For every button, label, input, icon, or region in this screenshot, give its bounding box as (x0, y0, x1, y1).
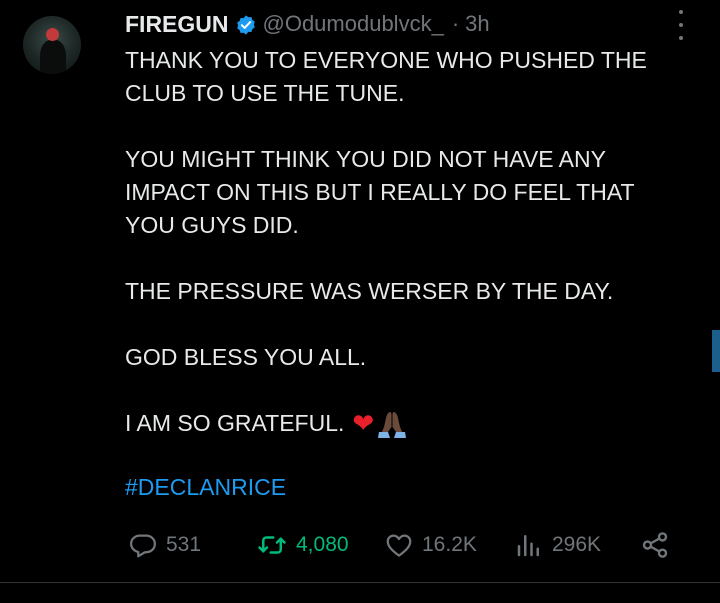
closing-text: I AM SO GRATEFUL. (125, 410, 345, 436)
more-options-icon[interactable] (672, 10, 690, 40)
avatar-figure-head (46, 28, 59, 41)
share-button[interactable] (640, 525, 670, 565)
verified-badge-icon (235, 13, 257, 35)
tweet[interactable]: FIREGUN @Odumodublvck_ · 3h THANK YOU TO… (0, 0, 720, 603)
retweet-icon (258, 536, 286, 554)
retweet-button[interactable]: 4,080 (256, 525, 349, 565)
reply-count: 531 (166, 533, 202, 556)
author-handle[interactable]: @Odumodublvck_ (263, 8, 444, 40)
red-heart-emoji: ❤ (352, 408, 375, 438)
like-button[interactable]: 16.2K (384, 525, 477, 565)
tweet-paragraph: THE PRESSURE WAS WERSER BY THE DAY. (125, 278, 614, 304)
more-dot (679, 10, 683, 14)
header-separator: · (451, 11, 460, 36)
avatar[interactable] (23, 16, 81, 74)
tweet-timestamp[interactable]: 3h (465, 8, 489, 40)
like-count: 16.2K (422, 533, 477, 556)
tweet-paragraph: GOD BLESS YOU ALL. (125, 344, 367, 370)
tweet-closing-line: I AM SO GRATEFUL. ❤ (125, 407, 685, 440)
views-button[interactable]: 296K (514, 525, 601, 565)
scrollbar-handle[interactable] (712, 330, 720, 372)
retweet-count: 4,080 (296, 533, 349, 556)
tweet-divider (0, 582, 720, 583)
tweet-paragraph: THANK YOU TO EVERYONE WHO PUSHED THE CLU… (125, 47, 647, 106)
hashtag-link[interactable]: #DECLANRICE (125, 471, 286, 504)
tweet-text: THANK YOU TO EVERYONE WHO PUSHED THE CLU… (125, 44, 685, 440)
avatar-figure-body (40, 40, 66, 74)
tweet-paragraph: YOU MIGHT THINK YOU DID NOT HAVE ANY IMP… (125, 146, 635, 238)
reply-button[interactable]: 531 (128, 525, 201, 565)
more-dot (679, 36, 683, 40)
tweet-actions: 531 4,080 16.2K 296K (128, 525, 678, 565)
more-dot (679, 23, 683, 27)
share-icon (642, 532, 668, 558)
author-name[interactable]: FIREGUN (125, 8, 229, 40)
views-count: 296K (552, 533, 602, 556)
heart-icon (386, 534, 412, 557)
praying-hands-emoji (376, 410, 408, 438)
tweet-header: FIREGUN @Odumodublvck_ · 3h (125, 8, 490, 40)
views-icon (517, 535, 539, 557)
reply-icon (130, 534, 156, 558)
